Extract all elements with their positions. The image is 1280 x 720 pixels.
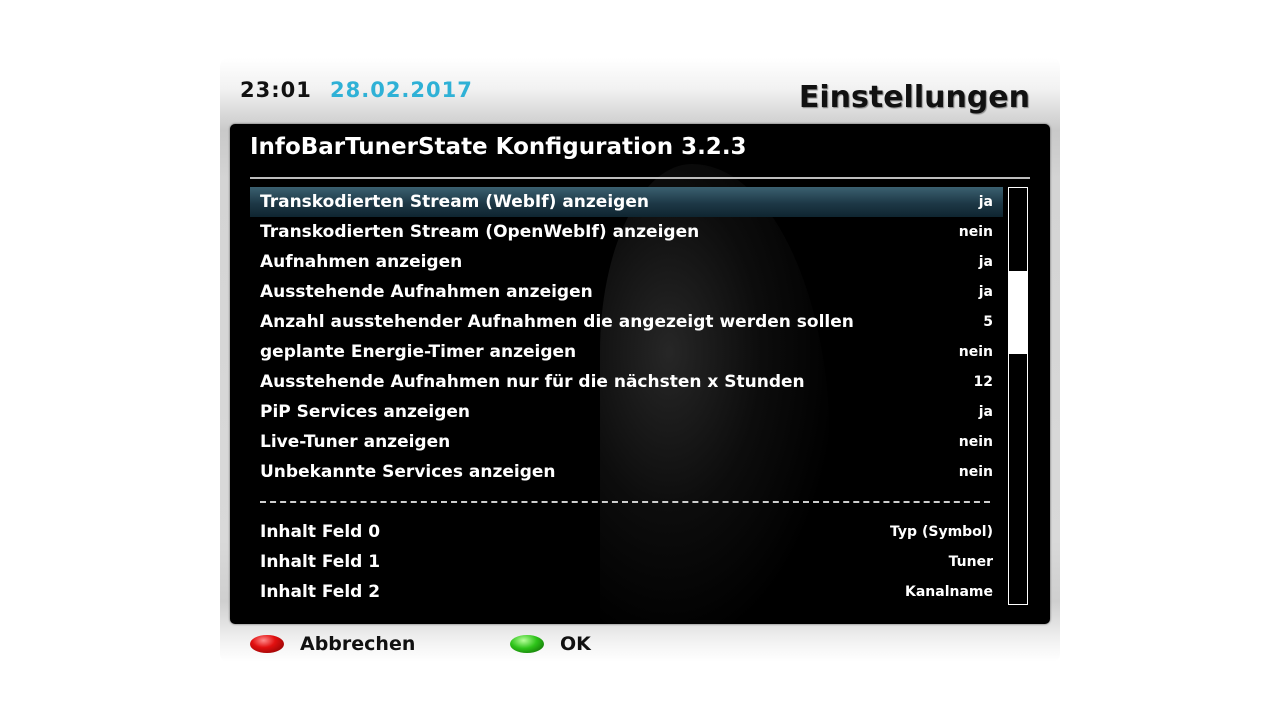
setting-label: Live-Tuner anzeigen	[260, 432, 451, 452]
setting-label: Ausstehende Aufnahmen anzeigen	[260, 282, 593, 302]
setting-label: Unbekannte Services anzeigen	[260, 462, 556, 482]
setting-value[interactable]: ja	[979, 277, 993, 307]
clock-date: 28.02.2017	[330, 78, 473, 102]
ok-label: OK	[560, 633, 591, 655]
setting-label: PiP Services anzeigen	[260, 402, 471, 422]
settings-window: 23:01 28.02.2017 Einstellungen InfoBarTu…	[220, 58, 1060, 662]
setting-label: geplante Energie-Timer anzeigen	[260, 342, 577, 362]
panel-title: InfoBarTunerState Konfiguration 3.2.3	[250, 134, 747, 160]
setting-value[interactable]: nein	[959, 427, 993, 457]
setting-value[interactable]: nein	[959, 337, 993, 367]
list-scrollbar[interactable]	[1008, 187, 1028, 605]
green-key-icon	[510, 635, 544, 653]
setting-value[interactable]: Typ (Symbol)	[890, 517, 993, 547]
setting-row-show-recordings[interactable]: Aufnahmen anzeigen ja	[250, 247, 1003, 277]
setting-label: Anzahl ausstehender Aufnahmen die angeze…	[260, 312, 854, 332]
setting-value[interactable]: nein	[959, 457, 993, 487]
setting-label: Aufnahmen anzeigen	[260, 252, 463, 272]
setting-value[interactable]: ja	[979, 397, 993, 427]
setting-value[interactable]: ja	[979, 247, 993, 277]
setting-value[interactable]: ja	[979, 187, 993, 217]
screen-title: Einstellungen	[798, 80, 1030, 115]
setting-row-power-timer[interactable]: geplante Energie-Timer anzeigen nein	[250, 337, 1003, 367]
setting-label: Inhalt Feld 2	[260, 582, 381, 602]
setting-row-transcoded-openwebif[interactable]: Transkodierten Stream (OpenWebIf) anzeig…	[250, 217, 1003, 247]
scrollbar-thumb[interactable]	[1009, 271, 1027, 354]
setting-row-field-2[interactable]: Inhalt Feld 2 Kanalname	[250, 577, 1003, 607]
setting-row-unknown-services[interactable]: Unbekannte Services anzeigen nein	[250, 457, 1003, 487]
title-divider	[250, 177, 1030, 179]
setting-value[interactable]: 12	[974, 367, 993, 397]
ok-button[interactable]: OK	[510, 630, 650, 658]
red-key-icon	[250, 635, 284, 653]
cancel-button[interactable]: Abbrechen	[250, 630, 450, 658]
setting-row-pip-services[interactable]: PiP Services anzeigen ja	[250, 397, 1003, 427]
setting-label: Transkodierten Stream (WebIf) anzeigen	[260, 192, 649, 212]
setting-label: Inhalt Feld 0	[260, 522, 381, 542]
setting-row-pending-recordings[interactable]: Ausstehende Aufnahmen anzeigen ja	[250, 277, 1003, 307]
setting-label: Transkodierten Stream (OpenWebIf) anzeig…	[260, 222, 700, 242]
setting-label: Inhalt Feld 1	[260, 552, 381, 572]
setting-row-pending-count[interactable]: Anzahl ausstehender Aufnahmen die angeze…	[250, 307, 1003, 337]
setting-value[interactable]: 5	[983, 307, 993, 337]
setting-value[interactable]: nein	[959, 217, 993, 247]
list-separator	[250, 487, 1003, 517]
setting-value[interactable]: Kanalname	[905, 577, 993, 607]
settings-list: Transkodierten Stream (WebIf) anzeigen j…	[250, 187, 1003, 607]
setting-row-field-1[interactable]: Inhalt Feld 1 Tuner	[250, 547, 1003, 577]
setting-label: Ausstehende Aufnahmen nur für die nächst…	[260, 372, 805, 392]
cancel-label: Abbrechen	[300, 633, 416, 655]
clock-time: 23:01	[240, 78, 312, 102]
config-panel: InfoBarTunerState Konfiguration 3.2.3 Tr…	[230, 124, 1050, 624]
dashed-divider	[260, 501, 990, 503]
setting-row-live-tuner[interactable]: Live-Tuner anzeigen nein	[250, 427, 1003, 457]
setting-row-pending-hours[interactable]: Ausstehende Aufnahmen nur für die nächst…	[250, 367, 1003, 397]
setting-row-transcoded-webif[interactable]: Transkodierten Stream (WebIf) anzeigen j…	[250, 187, 1003, 217]
setting-value[interactable]: Tuner	[949, 547, 993, 577]
setting-row-field-0[interactable]: Inhalt Feld 0 Typ (Symbol)	[250, 517, 1003, 547]
